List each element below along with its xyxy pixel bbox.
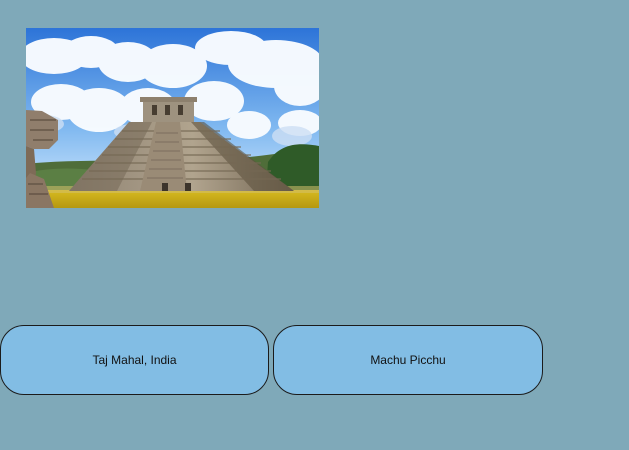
quiz-page: Taj Mahal, India Machu Picchu — [0, 0, 629, 450]
answer-button-machu-picchu[interactable]: Machu Picchu — [273, 325, 543, 395]
answer-label-taj-mahal: Taj Mahal, India — [92, 353, 177, 367]
answer-button-taj-mahal[interactable]: Taj Mahal, India — [0, 325, 269, 395]
landmark-image — [26, 28, 319, 208]
answer-label-machu-picchu: Machu Picchu — [370, 353, 446, 367]
pyramid-photo — [26, 28, 319, 208]
